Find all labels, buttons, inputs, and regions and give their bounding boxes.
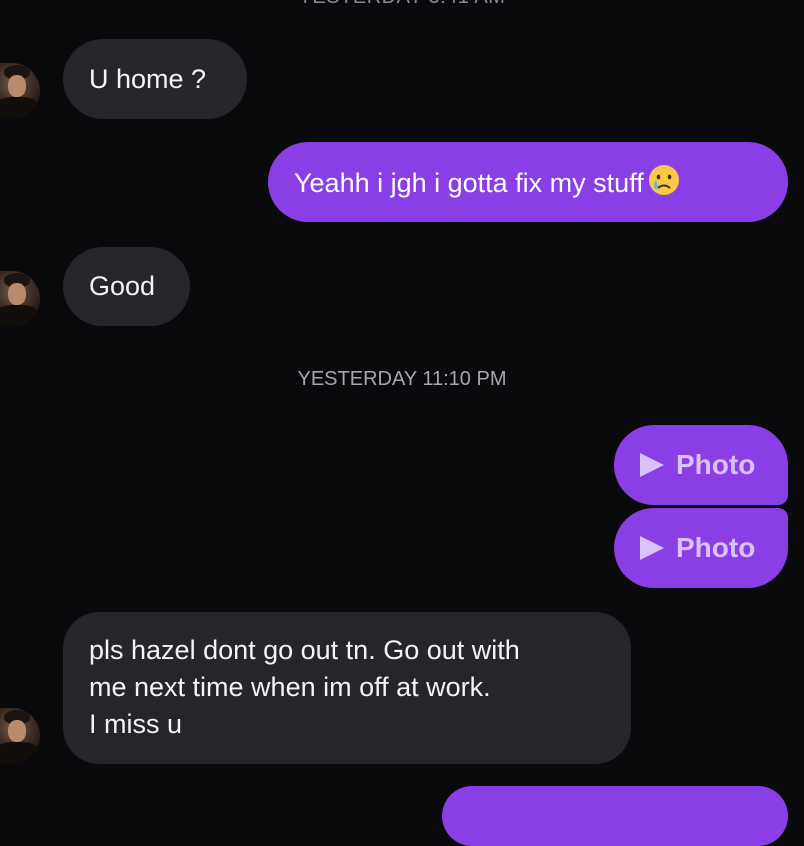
message-line: pls hazel dont go out tn. Go out with <box>89 635 520 665</box>
message-text: U home ? <box>89 64 207 94</box>
top-timestamp: YESTERDAY 3:41 AM <box>0 0 804 9</box>
contact-avatar[interactable] <box>0 63 40 119</box>
outgoing-message-bubble[interactable]: Yeahh i jgh i gotta fix my stuff <box>268 142 788 222</box>
crying-face-emoji <box>648 165 679 195</box>
outgoing-message-bubble[interactable] <box>442 786 788 846</box>
divider-timestamp: YESTERDAY 11:10 PM <box>297 368 507 390</box>
incoming-message-bubble[interactable]: U home ? <box>63 39 247 119</box>
photo-attachment[interactable]: Photo <box>614 425 788 505</box>
attachment-label: Photo <box>676 449 756 480</box>
photo-attachment[interactable]: Photo <box>614 508 788 588</box>
attachment-label: Photo <box>676 532 756 563</box>
message-text: Yeahh i jgh i gotta fix my stuff <box>294 168 644 198</box>
message-line: me next time when im off at work. <box>89 672 491 702</box>
contact-avatar[interactable] <box>0 271 40 327</box>
contact-avatar[interactable] <box>0 708 40 764</box>
play-icon <box>640 453 664 477</box>
message-line: I miss u <box>89 709 183 739</box>
incoming-message-bubble[interactable]: Good <box>63 247 190 326</box>
play-icon <box>640 536 664 560</box>
message-text: Good <box>89 271 156 301</box>
incoming-message-bubble[interactable]: pls hazel dont go out tn. Go out with me… <box>63 612 631 764</box>
